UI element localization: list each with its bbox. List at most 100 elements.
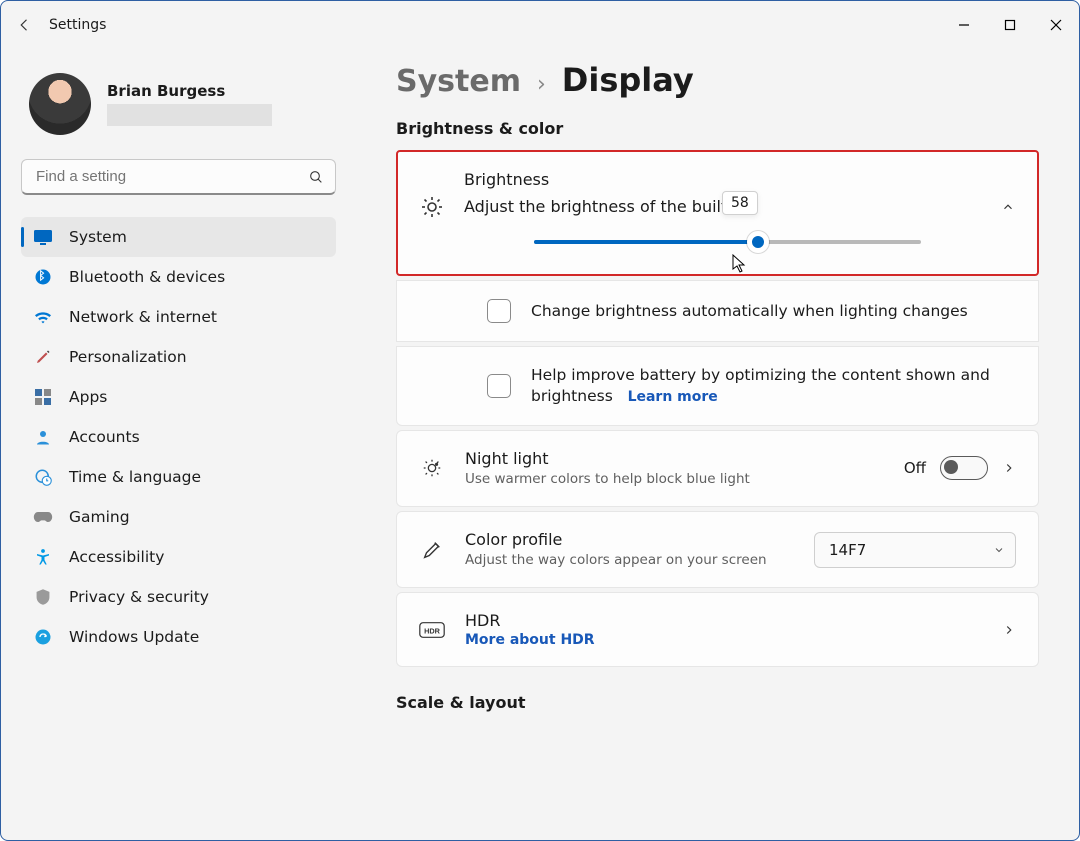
sidebar-item-label: Personalization [69, 348, 187, 366]
sidebar-item-accessibility[interactable]: Accessibility [21, 537, 336, 577]
wifi-icon [33, 307, 53, 327]
nav: System Bluetooth & devices Network & int… [21, 217, 336, 657]
mouse-cursor-icon [732, 254, 748, 274]
hdr-icon: HDR [419, 621, 445, 639]
expand-button[interactable] [1002, 623, 1016, 637]
back-arrow-icon [16, 16, 34, 34]
brightness-tooltip: 58 [722, 191, 758, 215]
minimize-button[interactable] [941, 9, 987, 41]
avatar [29, 73, 91, 135]
expand-button[interactable] [1002, 461, 1016, 475]
night-light-card[interactable]: Night light Use warmer colors to help bl… [396, 430, 1039, 507]
user-name: Brian Burgess [107, 82, 272, 100]
chevron-up-icon [1001, 200, 1015, 214]
paintbrush-icon [33, 347, 53, 367]
breadcrumb: System › Display [396, 61, 1039, 99]
update-icon [33, 627, 53, 647]
hdr-card[interactable]: HDR HDR More about HDR [396, 592, 1039, 667]
brightness-title: Brightness [464, 170, 981, 189]
battery-optimize-checkbox[interactable] [487, 374, 511, 398]
hdr-more-link[interactable]: More about HDR [465, 632, 982, 648]
search-input[interactable] [21, 159, 336, 195]
sidebar-item-label: Accessibility [69, 548, 164, 566]
battery-optimize-learn-more[interactable]: Learn more [628, 389, 718, 405]
bluetooth-icon [33, 267, 53, 287]
window-controls [941, 9, 1079, 41]
sidebar-item-label: Privacy & security [69, 588, 209, 606]
collapse-button[interactable] [1001, 200, 1015, 214]
app-title: Settings [49, 17, 106, 33]
night-light-subtitle: Use warmer colors to help block blue lig… [465, 470, 884, 488]
section-scale-layout: Scale & layout [396, 693, 1039, 712]
person-icon [33, 427, 53, 447]
chevron-right-icon: › [537, 72, 546, 97]
search-icon [308, 169, 324, 185]
color-profile-title: Color profile [465, 530, 794, 549]
auto-brightness-row[interactable]: Change brightness automatically when lig… [396, 280, 1039, 342]
sidebar-item-privacy[interactable]: Privacy & security [21, 577, 336, 617]
display-icon [33, 227, 53, 247]
brightness-slider[interactable] [464, 240, 981, 244]
brightness-card: Brightness Adjust the brightness of the … [396, 150, 1039, 276]
sidebar-item-label: Network & internet [69, 308, 217, 326]
back-button[interactable] [1, 16, 49, 34]
sidebar-item-gaming[interactable]: Gaming [21, 497, 336, 537]
close-icon [1050, 19, 1062, 31]
sidebar-item-label: Apps [69, 388, 107, 406]
sidebar-item-personalization[interactable]: Personalization [21, 337, 336, 377]
sun-icon [420, 195, 444, 219]
sidebar-item-bluetooth[interactable]: Bluetooth & devices [21, 257, 336, 297]
color-profile-select[interactable]: 14F7 [814, 532, 1016, 568]
titlebar: Settings [1, 1, 1079, 49]
color-profile-card[interactable]: Color profile Adjust the way colors appe… [396, 511, 1039, 588]
sidebar-item-label: Windows Update [69, 628, 199, 646]
brightness-subtitle: Adjust the brightness of the built-in [464, 197, 748, 216]
night-light-state: Off [904, 459, 926, 477]
chevron-right-icon [1002, 461, 1016, 475]
chevron-down-icon [993, 544, 1005, 556]
sidebar-item-label: Gaming [69, 508, 130, 526]
user-email-redacted [107, 104, 272, 126]
search-box[interactable] [21, 159, 336, 195]
slider-fill [534, 240, 758, 244]
brightness-color-group: Brightness Adjust the brightness of the … [396, 150, 1039, 667]
battery-optimize-label: Help improve battery by optimizing the c… [531, 366, 990, 405]
sidebar-item-windows-update[interactable]: Windows Update [21, 617, 336, 657]
eyedropper-icon [419, 539, 445, 561]
sidebar-item-accounts[interactable]: Accounts [21, 417, 336, 457]
color-profile-value: 14F7 [829, 541, 866, 559]
moon-icon [419, 457, 445, 479]
sidebar-item-label: Bluetooth & devices [69, 268, 225, 286]
close-button[interactable] [1033, 9, 1079, 41]
shield-icon [33, 587, 53, 607]
night-light-toggle[interactable] [940, 456, 988, 480]
sidebar-item-apps[interactable]: Apps [21, 377, 336, 417]
sidebar-item-label: Accounts [69, 428, 140, 446]
sidebar-item-time-language[interactable]: Time & language [21, 457, 336, 497]
sidebar-item-system[interactable]: System [21, 217, 336, 257]
auto-brightness-label: Change brightness automatically when lig… [531, 302, 968, 320]
apps-icon [33, 387, 53, 407]
breadcrumb-parent[interactable]: System [396, 64, 521, 99]
page-title: Display [562, 61, 694, 99]
slider-thumb[interactable] [747, 231, 769, 253]
globe-clock-icon [33, 467, 53, 487]
accessibility-icon [33, 547, 53, 567]
battery-optimize-row[interactable]: Help improve battery by optimizing the c… [396, 346, 1039, 426]
color-profile-subtitle: Adjust the way colors appear on your scr… [465, 551, 794, 569]
auto-brightness-checkbox[interactable] [487, 299, 511, 323]
sidebar-item-network[interactable]: Network & internet [21, 297, 336, 337]
settings-window: Settings Brian Burgess [0, 0, 1080, 841]
maximize-icon [1004, 19, 1016, 31]
sidebar-item-label: System [69, 228, 127, 246]
sidebar: Brian Burgess System Bluetooth & devices [1, 49, 356, 840]
minimize-icon [958, 19, 970, 31]
slider-track[interactable] [534, 240, 921, 244]
gamepad-icon [33, 507, 53, 527]
night-light-title: Night light [465, 449, 884, 468]
hdr-title: HDR [465, 611, 982, 630]
section-brightness-color: Brightness & color [396, 119, 1039, 138]
sidebar-item-label: Time & language [69, 468, 201, 486]
maximize-button[interactable] [987, 9, 1033, 41]
user-account-block[interactable]: Brian Burgess [21, 49, 336, 141]
